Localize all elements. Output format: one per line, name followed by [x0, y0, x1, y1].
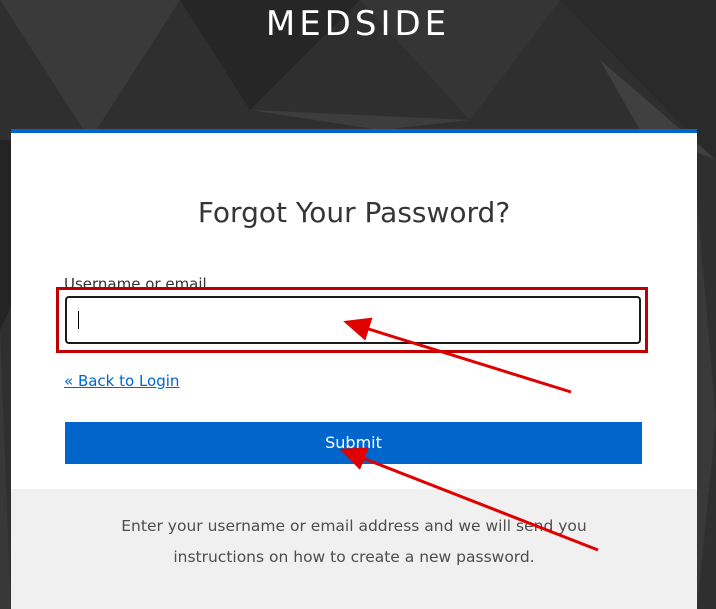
info-footer: Enter your username or email address and…: [11, 489, 697, 609]
username-input[interactable]: [65, 296, 641, 344]
info-line-2: instructions on how to create a new pass…: [173, 548, 535, 566]
page-title: Forgot Your Password?: [197, 196, 511, 229]
username-label: Username or email: [64, 275, 207, 293]
info-text: Enter your username or email address and…: [91, 511, 617, 573]
back-to-login-link[interactable]: « Back to Login: [64, 371, 179, 391]
info-line-1: Enter your username or email address and…: [121, 517, 587, 535]
forgot-password-card: Forgot Your Password? Username or email …: [11, 129, 697, 609]
username-input-wrapper: [65, 296, 641, 344]
submit-button[interactable]: Submit: [65, 422, 642, 464]
brand-logo: MEDSIDE: [265, 4, 451, 44]
text-caret: [78, 311, 79, 329]
